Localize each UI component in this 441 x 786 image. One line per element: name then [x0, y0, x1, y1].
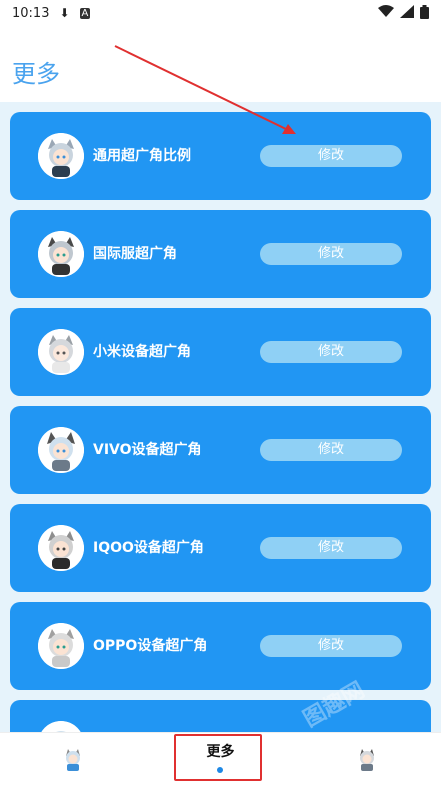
character-avatar-icon [38, 427, 84, 473]
signal-icon [400, 5, 414, 21]
nav-tab-label: 更多 [206, 744, 235, 760]
modify-button[interactable]: 修改 [260, 145, 402, 167]
nav-tab-profile[interactable] [294, 733, 441, 786]
app-header: 更多 [0, 40, 441, 102]
modify-button[interactable]: 修改 [260, 243, 402, 265]
card-label: IQOO设备超广角 [93, 540, 204, 556]
bottom-nav: 更多 [0, 732, 441, 785]
status-bar: 10:13 ⬇ A [0, 0, 441, 26]
download-icon: ⬇ [59, 6, 70, 20]
character-avatar-icon [38, 623, 84, 669]
nav-tab-more[interactable]: 更多 [147, 733, 294, 786]
status-right [378, 4, 429, 22]
card-label: 小米设备超广角 [93, 344, 191, 360]
card-label: OPPO设备超广角 [93, 638, 208, 654]
modify-button[interactable]: 修改 [260, 635, 402, 657]
card-label: 国际服超广角 [93, 246, 177, 262]
card-label: VIVO设备超广角 [93, 442, 202, 458]
character-avatar-icon [38, 329, 84, 375]
card-label: 通用超广角比例 [93, 148, 191, 164]
modify-button[interactable]: 修改 [260, 537, 402, 559]
nav-tab-home[interactable] [0, 733, 147, 786]
battery-icon [420, 4, 429, 22]
text-notification-icon: A [79, 7, 91, 19]
card-general-wide-angle[interactable]: 通用超广角比例 修改 [10, 112, 431, 200]
card-oppo-wide-angle[interactable]: OPPO设备超广角 修改 [10, 602, 431, 690]
card-vivo-wide-angle[interactable]: VIVO设备超广角 修改 [10, 406, 431, 494]
card-xiaomi-wide-angle[interactable]: 小米设备超广角 修改 [10, 308, 431, 396]
wifi-icon [378, 5, 394, 21]
character-avatar-icon [355, 747, 379, 771]
card-global-server-wide-angle[interactable]: 国际服超广角 修改 [10, 210, 431, 298]
modify-button[interactable]: 修改 [260, 439, 402, 461]
modify-button[interactable]: 修改 [260, 341, 402, 363]
status-time: 10:13 [12, 5, 50, 21]
character-avatar-icon [38, 133, 84, 179]
character-avatar-icon [38, 525, 84, 571]
settings-list[interactable]: 通用超广角比例 修改 国际服超广角 修改 小米设备超广角 修改 VIVO设备超广… [0, 102, 441, 732]
character-avatar-icon [61, 747, 85, 771]
character-avatar-icon [38, 231, 84, 277]
character-avatar-icon [38, 721, 84, 732]
card-iqoo-wide-angle[interactable]: IQOO设备超广角 修改 [10, 504, 431, 592]
status-left: 10:13 ⬇ A [12, 5, 91, 21]
page-title: 更多 [12, 59, 60, 88]
card-partial[interactable] [10, 700, 431, 732]
active-tab-indicator [217, 767, 223, 773]
